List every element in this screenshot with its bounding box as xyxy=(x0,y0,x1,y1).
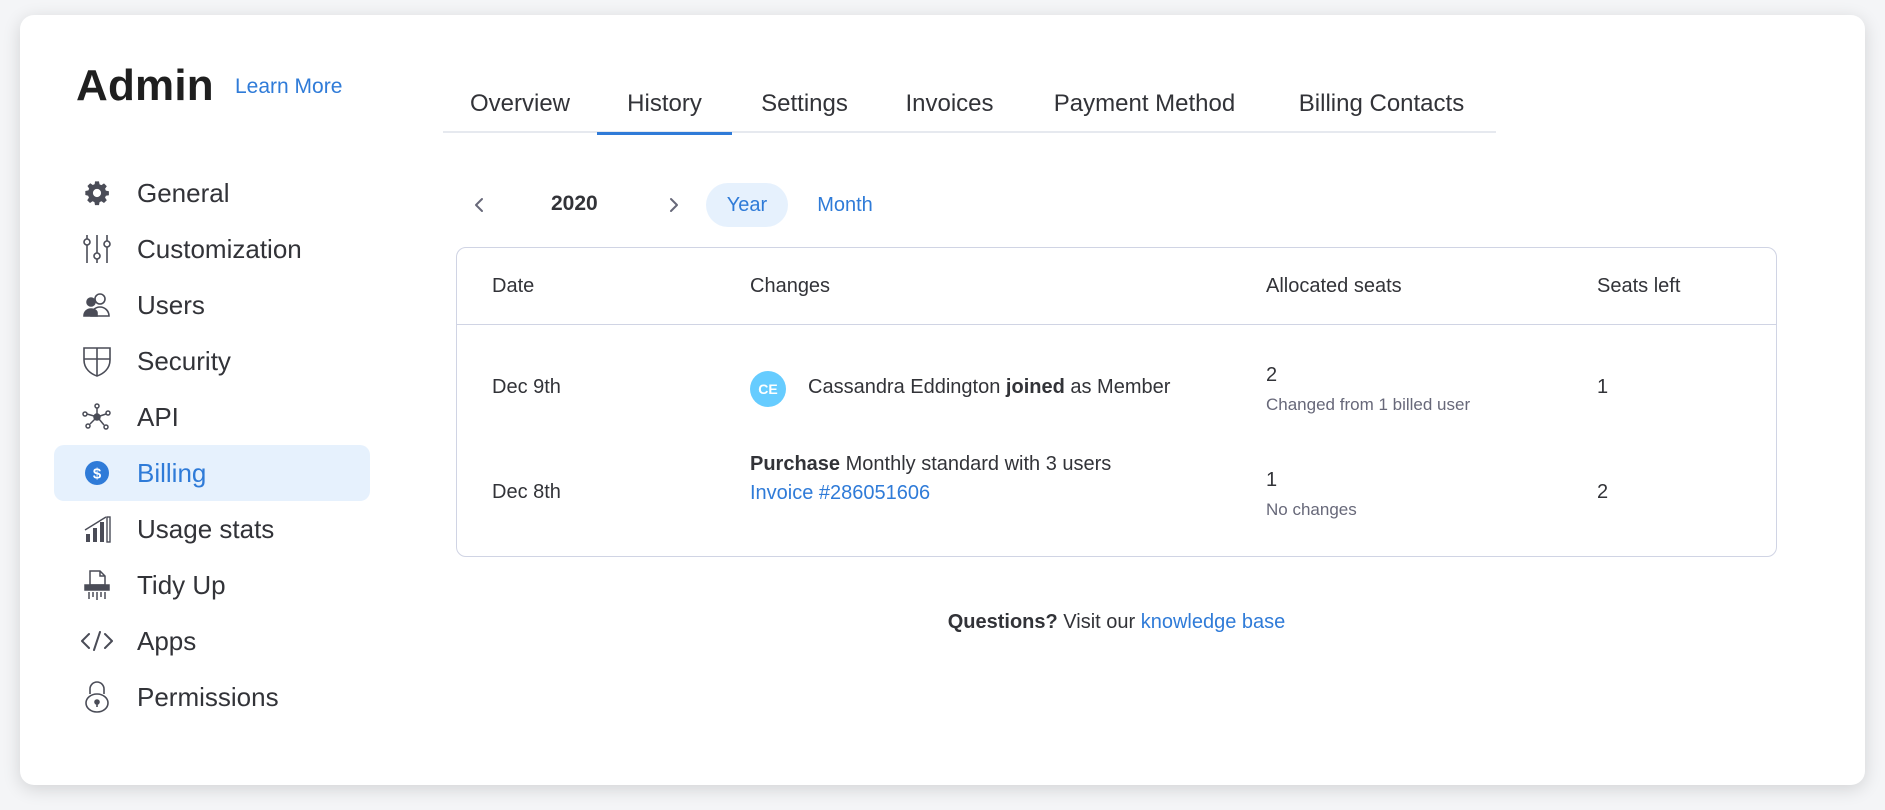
sidebar-item-general[interactable]: General xyxy=(54,165,370,221)
column-header-allocated-seats: Allocated seats xyxy=(1266,275,1402,297)
row-date: Dec 8th xyxy=(492,481,561,503)
footer-question: Questions? xyxy=(947,611,1058,633)
change-suffix: as Member xyxy=(1070,376,1171,398)
lock-icon xyxy=(80,680,114,714)
invoice-link[interactable]: Invoice #286051606 xyxy=(750,482,1111,505)
year-toggle-button[interactable]: Year xyxy=(706,183,788,227)
previous-year-button[interactable] xyxy=(464,190,494,220)
users-icon xyxy=(80,288,114,322)
sidebar-item-users[interactable]: Users xyxy=(54,277,370,333)
shield-icon xyxy=(80,344,114,378)
sidebar-item-label: Permissions xyxy=(137,681,279,712)
month-toggle-button[interactable]: Month xyxy=(800,183,890,227)
allocated-seats-value: 2 xyxy=(1266,364,1278,386)
tab-bar: Overview History Settings Invoices Payme… xyxy=(443,73,1496,135)
change-action: joined xyxy=(1005,376,1065,398)
change-description: Cassandra Eddington joined as Member xyxy=(808,376,1170,399)
tab-payment-method[interactable]: Payment Method xyxy=(1022,73,1267,133)
tab-invoices[interactable]: Invoices xyxy=(877,73,1022,133)
knowledge-base-link[interactable]: knowledge base xyxy=(1141,611,1286,633)
sidebar-item-customization[interactable]: Customization xyxy=(54,221,370,277)
shredder-icon xyxy=(80,568,114,602)
sidebar-item-label: API xyxy=(137,401,179,432)
avatar: CE xyxy=(750,371,786,407)
sidebar-item-label: Usage stats xyxy=(137,513,275,544)
history-table: Date Changes Allocated seats Seats left … xyxy=(456,247,1777,557)
sidebar-item-permissions[interactable]: Permissions xyxy=(54,669,370,725)
table-row: Dec 8th Purchase Monthly standard with 3… xyxy=(457,443,1776,543)
purchase-label: Purchase xyxy=(750,453,841,475)
column-header-changes: Changes xyxy=(750,275,831,297)
sidebar-item-usage-stats[interactable]: Usage stats xyxy=(54,501,370,557)
footer-text: Visit our xyxy=(1063,611,1136,633)
code-brackets-icon xyxy=(80,624,114,658)
table-header: Date Changes Allocated seats Seats left xyxy=(457,248,1776,325)
sidebar-item-label: Users xyxy=(137,289,205,320)
year-value: 2020 xyxy=(551,192,598,215)
sidebar-item-label: Customization xyxy=(137,233,302,264)
allocated-seats-note: Changed from 1 billed user xyxy=(1266,395,1471,414)
sidebar-item-label: Apps xyxy=(137,625,197,656)
allocated-seats-value: 1 xyxy=(1266,469,1278,491)
table-row: Dec 9th CE Cassandra Eddington joined as… xyxy=(457,338,1776,438)
seats-left-value: 2 xyxy=(1597,481,1609,503)
sidebar-item-billing[interactable]: $ Billing xyxy=(54,445,370,501)
chevron-left-icon xyxy=(475,198,483,212)
allocated-seats-cell: 2 Changed from 1 billed user xyxy=(1266,364,1470,415)
purchase-text: Monthly standard with 3 users xyxy=(845,453,1112,475)
row-date: Dec 9th xyxy=(492,376,561,398)
dollar-coin-icon: $ xyxy=(80,456,114,490)
allocated-seats-cell: 1 No changes xyxy=(1266,469,1357,520)
sidebar-item-label: General xyxy=(137,177,230,208)
tab-overview[interactable]: Overview xyxy=(443,73,597,133)
sidebar-item-label: Security xyxy=(137,345,231,376)
column-header-date: Date xyxy=(492,275,535,297)
admin-panel: Admin Learn More General Customization U… xyxy=(20,15,1865,785)
sidebar-item-apps[interactable]: Apps xyxy=(54,613,370,669)
api-nodes-icon xyxy=(80,400,114,434)
seats-left-value: 1 xyxy=(1597,376,1609,398)
allocated-seats-note: No changes xyxy=(1266,500,1357,519)
page-title: Admin xyxy=(76,61,214,110)
change-description: Purchase Monthly standard with 3 users I… xyxy=(750,453,1111,505)
chevron-right-icon xyxy=(670,198,678,212)
tab-billing-contacts[interactable]: Billing Contacts xyxy=(1267,73,1496,133)
sliders-icon xyxy=(80,232,114,266)
sidebar-item-security[interactable]: Security xyxy=(54,333,370,389)
sidebar-item-tidy-up[interactable]: Tidy Up xyxy=(54,557,370,613)
column-header-seats-left: Seats left xyxy=(1597,275,1681,297)
help-footer: Questions? Visit our knowledge base xyxy=(456,611,1777,634)
tab-settings[interactable]: Settings xyxy=(732,73,877,133)
learn-more-link[interactable]: Learn More xyxy=(235,75,342,99)
sidebar-item-api[interactable]: API xyxy=(54,389,370,445)
tab-history[interactable]: History xyxy=(597,73,732,135)
svg-text:$: $ xyxy=(93,466,102,483)
member-name: Cassandra Eddington xyxy=(808,376,1001,398)
next-year-button[interactable] xyxy=(659,190,689,220)
bar-stats-icon xyxy=(80,512,114,546)
sidebar-item-label: Tidy Up xyxy=(137,569,226,600)
sidebar-item-label: Billing xyxy=(137,457,207,488)
gear-icon xyxy=(80,176,114,210)
